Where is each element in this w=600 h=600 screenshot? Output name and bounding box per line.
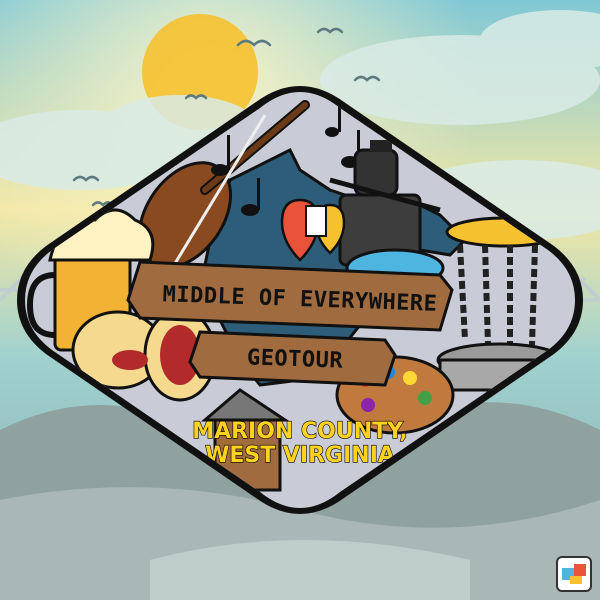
banner-subtitle: GEOTOUR (247, 345, 344, 373)
badge-canvas: MIDDLE OF EVERYWHERE GEOTOUR MARION COUN… (0, 0, 600, 600)
badge-artwork: MIDDLE OF EVERYWHERE GEOTOUR MARION COUN… (0, 0, 600, 600)
location-line2: WEST VIRGINIA (205, 443, 395, 468)
geocaching-logo-mark (562, 564, 586, 584)
location-line1: MARION COUNTY, (192, 419, 408, 444)
geocaching-logo-icon (556, 556, 592, 592)
